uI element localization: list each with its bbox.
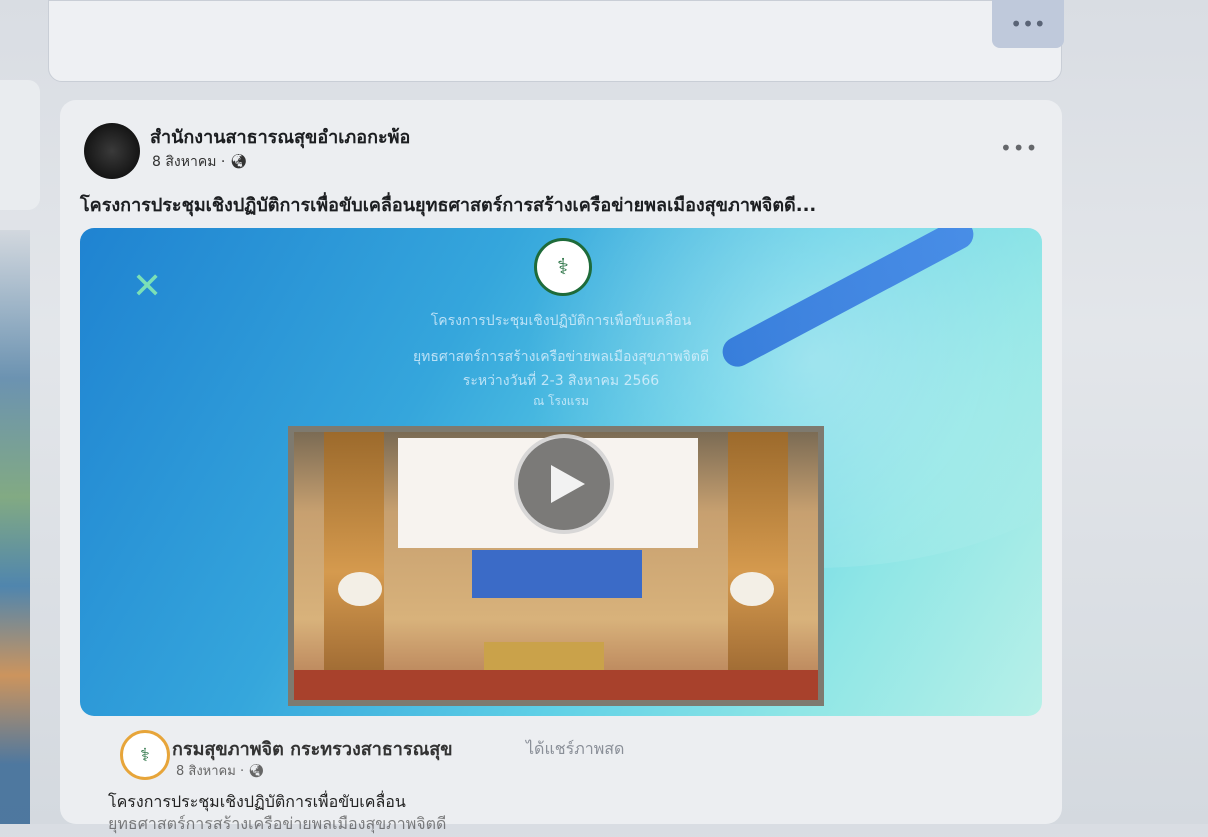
globe-icon: 🌏︎ <box>248 764 265 779</box>
globe-icon: 🌏︎ <box>229 154 248 170</box>
video-title-line2: ยุทธศาสตร์การสร้างเครือข่ายพลเมืองสุขภาพ… <box>412 349 710 365</box>
post-more-button[interactable]: ••• <box>1000 136 1038 160</box>
post-date[interactable]: 8 สิงหาคม · 🌏︎ <box>152 151 248 173</box>
meeting-photo <box>288 426 824 706</box>
left-thumbnails-strip <box>0 230 30 824</box>
curtain-left <box>324 432 384 700</box>
flower-right <box>730 572 774 606</box>
video-thumbnail[interactable]: ✕ ⚕ โครงการประชุมเชิงปฏิบัติการเพื่อขับเ… <box>80 228 1042 716</box>
shared-date[interactable]: 8 สิงหาคม · 🌏︎ <box>176 760 265 781</box>
shared-action: ได้แชร์ภาพสด <box>526 739 625 758</box>
top-more-button[interactable]: ••• <box>992 0 1064 48</box>
curtain-right <box>728 432 788 700</box>
dmh-logo: ⚕ <box>534 238 592 296</box>
more-icon: ••• <box>1010 12 1046 36</box>
play-icon <box>551 465 585 503</box>
shared-page-name[interactable]: กรมสุขภาพจิต กระทรวงสาธารณสุข <box>172 734 453 763</box>
flower-left <box>338 572 382 606</box>
left-sidebar-panel <box>0 80 40 210</box>
post-caption: โครงการประชุมเชิงปฏิบัติการเพื่อขับเคลื่… <box>80 195 817 216</box>
close-icon: ✕ <box>132 266 163 307</box>
video-title-line4: ณ โรงแรม <box>533 394 589 408</box>
video-title-line3: ระหว่างวันที่ 2-3 สิงหาคม 2566 <box>462 373 660 389</box>
page-name[interactable]: สำนักงานสาธารณสุขอำเภอกะพ้อ <box>150 122 410 151</box>
previous-post-card <box>48 0 1062 82</box>
shared-date-text: 8 สิงหาคม · <box>176 764 245 779</box>
floor <box>294 670 818 700</box>
post-date-text: 8 สิงหาคม · <box>152 154 226 170</box>
shared-page-avatar[interactable]: ⚕ <box>120 730 170 780</box>
shared-text-line2: ยุทธศาสตร์การสร้างเครือข่ายพลเมืองสุขภาพ… <box>108 814 447 833</box>
play-button[interactable] <box>514 434 614 534</box>
video-title-line1: โครงการประชุมเชิงปฏิบัติการเพื่อขับเคลื่… <box>430 313 692 329</box>
page-avatar[interactable] <box>84 123 140 179</box>
stage-sign <box>472 550 642 598</box>
